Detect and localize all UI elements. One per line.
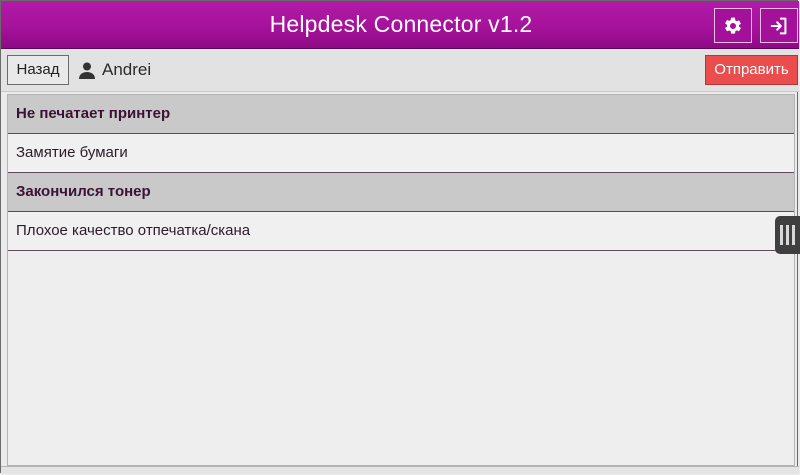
- drag-handle-icon: [780, 225, 783, 245]
- settings-button[interactable]: [714, 8, 752, 43]
- back-button[interactable]: Назад: [7, 55, 69, 85]
- issue-row[interactable]: Плохое качество отпечатка/скана: [8, 212, 794, 251]
- sign-out-icon: [770, 17, 787, 34]
- app-title: Helpdesk Connector v1.2: [269, 11, 533, 37]
- bottom-bar: [1, 466, 799, 474]
- category-row[interactable]: Закончился тонер: [8, 173, 794, 212]
- side-panel-handle[interactable]: [775, 216, 800, 254]
- user-icon: [79, 62, 95, 79]
- send-button[interactable]: Отправить: [705, 55, 798, 85]
- user-name: Andrei: [102, 60, 152, 79]
- issue-row[interactable]: Замятие бумаги: [8, 134, 794, 173]
- drag-handle-icon: [786, 225, 789, 245]
- issue-list: Не печатает принтер Замятие бумаги Закон…: [7, 94, 795, 466]
- logout-button[interactable]: [760, 8, 798, 43]
- category-row[interactable]: Не печатает принтер: [8, 95, 794, 134]
- app-header: Helpdesk Connector v1.2: [1, 1, 799, 49]
- user-info: Andrei: [79, 58, 151, 82]
- toolbar: Назад Andrei Отправить: [1, 49, 799, 92]
- drag-handle-icon: [792, 225, 795, 245]
- gear-icon: [725, 17, 741, 34]
